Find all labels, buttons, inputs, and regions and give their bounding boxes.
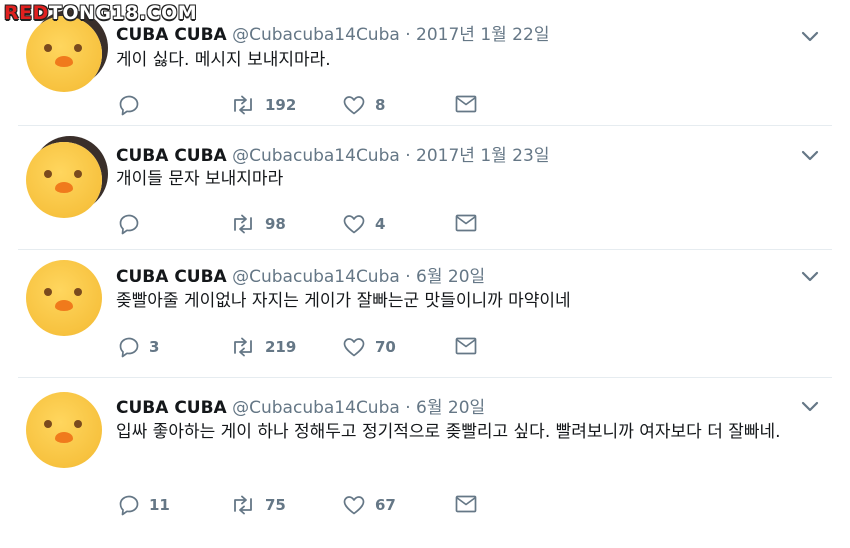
avatar[interactable] bbox=[26, 16, 102, 92]
display-name[interactable]: CUBA CUBA bbox=[116, 146, 227, 166]
reply-button[interactable] bbox=[118, 94, 149, 116]
user-handle[interactable]: @Cubacuba14Cuba bbox=[232, 146, 400, 166]
retweet-count: 98 bbox=[265, 215, 286, 233]
retweet-button[interactable]: 219 bbox=[230, 336, 296, 358]
avatar[interactable] bbox=[26, 260, 102, 336]
retweet-count: 219 bbox=[265, 338, 297, 356]
tweet-header: CUBA CUBA @Cubacuba14Cuba · 6월 20일 bbox=[116, 267, 486, 287]
reply-button[interactable] bbox=[118, 213, 149, 235]
envelope-icon[interactable] bbox=[455, 95, 477, 113]
tweet-date[interactable]: 2017년 1월 23일 bbox=[416, 146, 549, 166]
retweet-icon bbox=[234, 95, 252, 115]
heart-icon bbox=[343, 215, 365, 234]
heart-icon bbox=[343, 496, 365, 515]
avatar[interactable] bbox=[26, 142, 102, 218]
reply-icon bbox=[119, 214, 139, 235]
display-name[interactable]: CUBA CUBA bbox=[116, 25, 227, 45]
tweet-text: 게이 싫다. 메시지 보내지마라. bbox=[116, 50, 331, 70]
retweet-button[interactable]: 192 bbox=[230, 94, 296, 116]
heart-icon bbox=[343, 96, 365, 115]
reply-count: 3 bbox=[149, 338, 160, 356]
like-count: 4 bbox=[375, 215, 386, 233]
user-handle[interactable]: @Cubacuba14Cuba bbox=[232, 25, 400, 45]
envelope-icon[interactable] bbox=[455, 214, 477, 232]
like-button[interactable]: 70 bbox=[342, 336, 396, 358]
tweet-text: 입싸 좋아하는 게이 하나 정해두고 정기적으로 좆빨리고 싶다. 빨려보니까 … bbox=[116, 422, 781, 442]
tweet[interactable]: CUBA CUBA @Cubacuba14Cuba · 6월 20일 입싸 좋아… bbox=[0, 378, 850, 548]
retweet-icon bbox=[234, 495, 252, 515]
retweet-button[interactable]: 98 bbox=[230, 213, 286, 235]
reply-button[interactable]: 3 bbox=[118, 336, 159, 358]
like-count: 70 bbox=[375, 338, 396, 356]
reply-icon bbox=[119, 95, 139, 116]
chevron-down-icon[interactable] bbox=[800, 400, 820, 414]
like-count: 67 bbox=[375, 496, 396, 514]
reply-button[interactable]: 11 bbox=[118, 494, 170, 516]
retweet-icon bbox=[234, 214, 252, 234]
tweet-header: CUBA CUBA @Cubacuba14Cuba · 2017년 1월 23일 bbox=[116, 146, 550, 166]
tweet[interactable]: CUBA CUBA @Cubacuba14Cuba · 2017년 1월 23일… bbox=[0, 126, 850, 250]
site-watermark: REDTONG18.COM bbox=[4, 2, 198, 24]
user-handle[interactable]: @Cubacuba14Cuba bbox=[232, 267, 400, 287]
envelope-icon[interactable] bbox=[455, 495, 477, 513]
reply-count: 11 bbox=[149, 496, 170, 514]
like-button[interactable]: 4 bbox=[342, 213, 385, 235]
like-button[interactable]: 8 bbox=[342, 94, 385, 116]
avatar[interactable] bbox=[26, 392, 102, 468]
tweet-text: 좆빨아줄 게이없나 자지는 게이가 잘빠는군 맛들이니까 마약이네 bbox=[116, 291, 571, 311]
retweet-count: 75 bbox=[265, 496, 286, 514]
chevron-down-icon[interactable] bbox=[800, 149, 820, 163]
user-handle[interactable]: @Cubacuba14Cuba bbox=[232, 398, 400, 418]
display-name[interactable]: CUBA CUBA bbox=[116, 267, 227, 287]
tweet-date[interactable]: 6월 20일 bbox=[416, 267, 485, 287]
envelope-icon[interactable] bbox=[455, 337, 477, 355]
like-count: 8 bbox=[375, 96, 386, 114]
tweet[interactable]: CUBA CUBA @Cubacuba14Cuba · 6월 20일 좆빨아줄 … bbox=[0, 250, 850, 377]
display-name[interactable]: CUBA CUBA bbox=[116, 398, 227, 418]
chevron-down-icon[interactable] bbox=[800, 30, 820, 44]
retweet-count: 192 bbox=[265, 96, 297, 114]
heart-icon bbox=[343, 338, 365, 357]
reply-icon bbox=[119, 337, 139, 358]
tweet-header: CUBA CUBA @Cubacuba14Cuba · 6월 20일 bbox=[116, 398, 486, 418]
retweet-icon bbox=[234, 337, 252, 357]
tweet-date[interactable]: 2017년 1월 22일 bbox=[416, 25, 549, 45]
chevron-down-icon[interactable] bbox=[800, 270, 820, 284]
retweet-button[interactable]: 75 bbox=[230, 494, 286, 516]
reply-icon bbox=[119, 495, 139, 516]
tweet-text: 개이들 문자 보내지마라 bbox=[116, 169, 284, 189]
like-button[interactable]: 67 bbox=[342, 494, 396, 516]
tweet-date[interactable]: 6월 20일 bbox=[416, 398, 485, 418]
